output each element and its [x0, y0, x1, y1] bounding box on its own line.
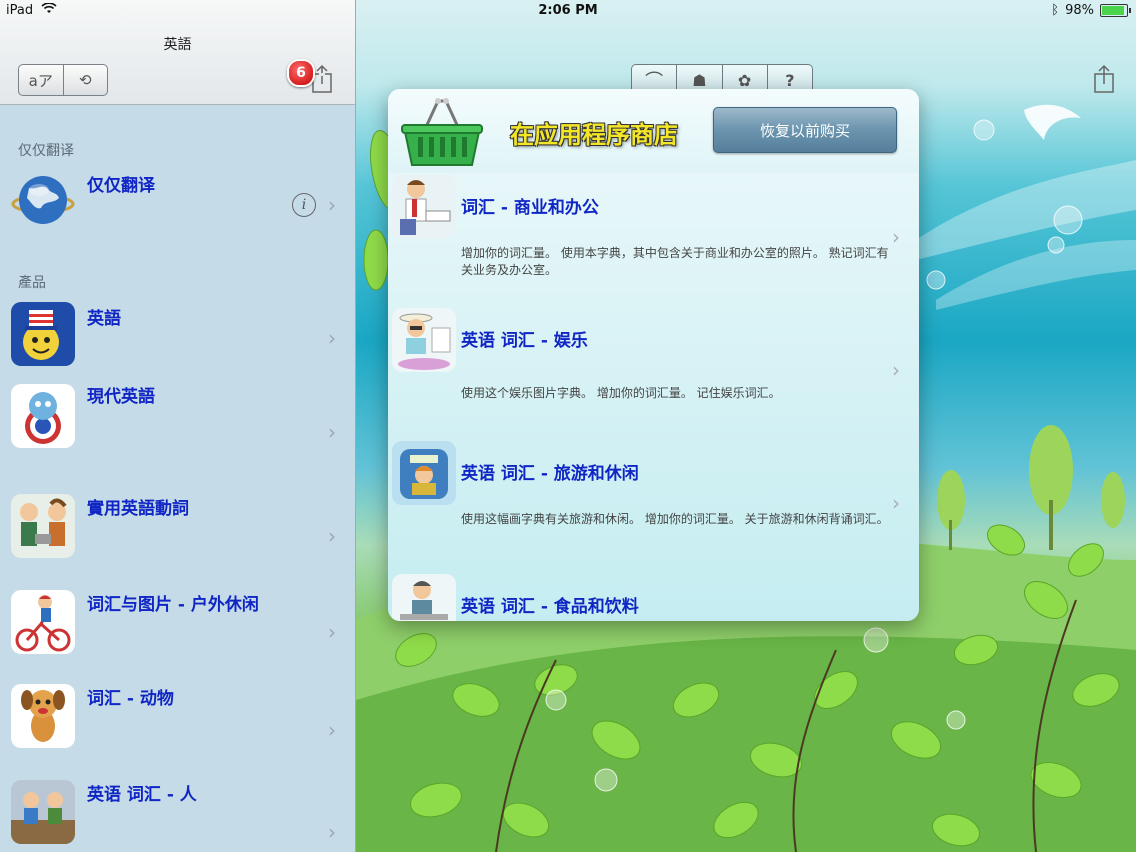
product-thumbnail: [392, 175, 456, 239]
chevron-right-icon: ›: [892, 225, 900, 249]
status-bar: iPad 2:06 PM ᛒ 98%: [0, 0, 1136, 22]
store-item-description: 增加你的词汇量。 使用本字典，其中包含关于商业和办公室的照片。 熟记词汇有关业务…: [461, 246, 889, 277]
master-panel: 英語 aア ⟲ 6 仅仅翻译 仅仅翻译 i › 產品 英語 › 現代英語 › 實…: [0, 0, 356, 852]
chevron-right-icon: ›: [328, 524, 336, 548]
shopping-basket-icon: [400, 95, 484, 169]
chevron-right-icon: ›: [328, 620, 336, 644]
master-title: 英語: [163, 37, 192, 53]
store-item[interactable]: 英语 词汇 - 旅游和休闲 使用这幅画字典有关旅游和休闲。 增加你的词汇量。 关…: [388, 441, 919, 571]
product-thumbnail: [11, 684, 75, 748]
list-item[interactable]: 實用英語動詞 ›: [0, 488, 355, 586]
store-item[interactable]: 英语 词汇 - 食品和饮料: [388, 574, 919, 621]
store-item-title: 词汇 - 商业和办公: [461, 198, 599, 218]
chevron-right-icon: ›: [892, 491, 900, 515]
translate-item[interactable]: 仅仅翻译 i ›: [0, 160, 355, 240]
globe-icon: [11, 168, 75, 232]
product-thumbnail: [11, 494, 75, 558]
product-thumbnail: [11, 590, 75, 654]
product-thumbnail: [11, 780, 75, 844]
product-thumbnail: [11, 302, 75, 366]
list-item[interactable]: 英语 词汇 - 人 ›: [0, 774, 355, 852]
chevron-right-icon: ›: [892, 358, 900, 382]
list-item[interactable]: 词汇与图片 - 户外休闲 ›: [0, 584, 355, 680]
product-title: 實用英語動詞: [87, 499, 189, 519]
people-icon: ☗: [692, 70, 707, 90]
restore-purchases-button[interactable]: 恢复以前购买: [713, 107, 897, 153]
product-thumbnail: [392, 441, 456, 505]
bluetooth-icon: ᛒ: [1051, 3, 1060, 18]
section-header-products: 產品: [18, 275, 46, 291]
share-icon[interactable]: [1092, 64, 1116, 94]
language-segmented-control: aア ⟲: [18, 64, 108, 96]
swap-languages-button[interactable]: ⟲: [62, 65, 108, 95]
product-thumbnail: [11, 384, 75, 448]
store-title: 在应用程序商店: [510, 121, 678, 149]
list-item[interactable]: 英語 ›: [0, 296, 355, 386]
battery-percent: 98%: [1065, 3, 1094, 18]
product-title: 現代英語: [87, 387, 155, 407]
chevron-right-icon: ›: [328, 718, 336, 742]
store-header: 在应用程序商店 恢复以前购买: [388, 89, 919, 173]
list-item[interactable]: 現代英語 ›: [0, 378, 355, 488]
chevron-right-icon: ›: [328, 420, 336, 444]
chevron-right-icon: ›: [328, 326, 336, 350]
product-thumbnail: [392, 574, 456, 621]
product-title: 词汇 - 动物: [87, 689, 174, 709]
list-item[interactable]: 词汇 - 动物 ›: [0, 678, 355, 776]
help-icon: ?: [785, 70, 795, 90]
store-item[interactable]: 英语 词汇 - 娱乐 使用这个娱乐图片字典。 增加你的词汇量。 记住娱乐词汇。 …: [388, 308, 919, 438]
store-item-title: 英语 词汇 - 食品和饮料: [461, 597, 639, 617]
product-title: 英语 词汇 - 人: [87, 785, 197, 805]
store-item-description: 使用这个娱乐图片字典。 增加你的词汇量。 记住娱乐词汇。: [461, 386, 781, 400]
clock: 2:06 PM: [538, 3, 598, 18]
status-right: ᛒ 98%: [1051, 3, 1131, 18]
translate-item-title: 仅仅翻译: [87, 176, 155, 196]
store-popover: 在应用程序商店 恢复以前购买 词汇 - 商业和办公 增加你的词汇量。 使用本字典…: [388, 89, 919, 621]
translate-mode-button[interactable]: aア: [19, 65, 63, 95]
product-title: 英語: [87, 309, 121, 329]
chevron-right-icon: ›: [328, 820, 336, 844]
store-item-title: 英语 词汇 - 旅游和休闲: [461, 464, 639, 484]
chevron-right-icon: ›: [328, 193, 336, 217]
product-title: 词汇与图片 - 户外休闲: [87, 595, 259, 615]
battery-icon: [1100, 4, 1131, 17]
store-item[interactable]: 词汇 - 商业和办公 增加你的词汇量。 使用本字典，其中包含关于商业和办公室的照…: [388, 175, 919, 305]
store-item-description: 使用这幅画字典有关旅游和休闲。 增加你的词汇量。 关于旅游和休闲背诵词汇。: [461, 512, 889, 526]
info-icon[interactable]: i: [292, 193, 316, 217]
product-thumbnail: [392, 308, 456, 372]
store-item-title: 英语 词汇 - 娱乐: [461, 331, 588, 351]
section-header-translate: 仅仅翻译: [18, 143, 74, 159]
notification-badge[interactable]: 6: [287, 59, 315, 87]
gears-icon: ✿: [737, 70, 752, 90]
